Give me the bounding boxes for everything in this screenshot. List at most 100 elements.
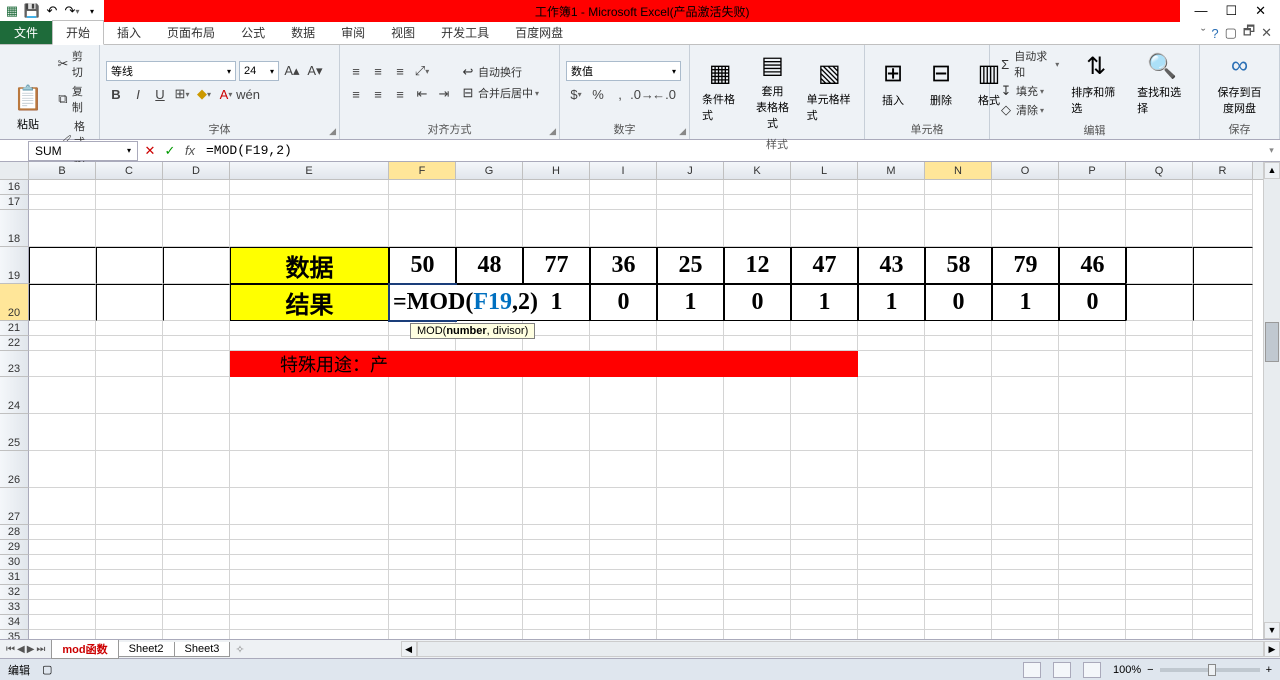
cell[interactable] [858, 630, 925, 639]
cell[interactable]: 36 [590, 247, 657, 284]
cell[interactable] [1193, 321, 1253, 336]
scroll-thumb[interactable] [1265, 322, 1279, 362]
row-header[interactable]: 19 [0, 247, 29, 284]
cell[interactable] [590, 351, 657, 377]
align-bottom-icon[interactable]: ≡ [390, 61, 410, 81]
cut-button[interactable]: ✂剪切 [54, 47, 93, 81]
cell[interactable] [791, 488, 858, 525]
cell[interactable] [992, 585, 1059, 600]
cell[interactable] [724, 615, 791, 630]
cell[interactable]: 0 [724, 284, 791, 321]
cell[interactable] [96, 525, 163, 540]
cell[interactable] [791, 321, 858, 336]
cell[interactable] [523, 488, 590, 525]
column-header[interactable]: G [456, 162, 523, 179]
row-header[interactable]: 23 [0, 351, 29, 377]
cell[interactable] [1059, 600, 1126, 615]
cell[interactable] [992, 336, 1059, 351]
cell[interactable] [389, 540, 456, 555]
cell[interactable] [791, 351, 858, 377]
cell[interactable] [657, 600, 724, 615]
cell[interactable] [163, 195, 230, 210]
cell[interactable] [724, 336, 791, 351]
cell[interactable] [456, 414, 523, 451]
cell[interactable] [657, 540, 724, 555]
qat-customize-icon[interactable]: ▾ [84, 3, 100, 19]
cell[interactable] [1193, 600, 1253, 615]
cell[interactable] [163, 284, 230, 321]
cell[interactable] [1059, 451, 1126, 488]
cell[interactable] [590, 321, 657, 336]
cell[interactable] [163, 451, 230, 488]
row-header[interactable]: 29 [0, 540, 29, 555]
cell[interactable] [657, 210, 724, 247]
zoom-out-icon[interactable]: − [1147, 664, 1153, 676]
tab-formulas[interactable]: 公式 [228, 21, 278, 44]
cell[interactable] [456, 570, 523, 585]
cell[interactable] [992, 488, 1059, 525]
cell[interactable] [992, 180, 1059, 195]
cell[interactable] [724, 525, 791, 540]
column-header[interactable]: C [96, 162, 163, 179]
wrap-text-button[interactable]: ↩自动换行 [458, 63, 541, 81]
cell[interactable] [456, 630, 523, 639]
cell[interactable] [456, 555, 523, 570]
cell[interactable] [657, 451, 724, 488]
zoom-level[interactable]: 100% [1113, 664, 1141, 676]
cell[interactable] [791, 210, 858, 247]
cell[interactable] [925, 351, 992, 377]
cell[interactable] [389, 630, 456, 639]
cell[interactable] [657, 570, 724, 585]
cell[interactable] [858, 488, 925, 525]
cell[interactable] [590, 195, 657, 210]
cancel-formula-icon[interactable]: ✕ [140, 143, 160, 159]
cell[interactable] [523, 451, 590, 488]
cell[interactable] [29, 321, 96, 336]
cell[interactable] [163, 488, 230, 525]
row-header[interactable]: 34 [0, 615, 29, 630]
cell[interactable]: 79 [992, 247, 1059, 284]
spreadsheet-grid[interactable]: BCDEFGHIJKLMNOPQR 16171819数据504877362512… [0, 162, 1280, 639]
cell[interactable] [1193, 336, 1253, 351]
cell[interactable] [724, 195, 791, 210]
cell[interactable] [1193, 414, 1253, 451]
cell[interactable] [1059, 180, 1126, 195]
cell[interactable] [523, 180, 590, 195]
cell[interactable] [230, 525, 389, 540]
cell[interactable] [925, 525, 992, 540]
cell[interactable] [523, 351, 590, 377]
cell[interactable] [389, 210, 456, 247]
cell[interactable] [992, 525, 1059, 540]
cell[interactable] [523, 630, 590, 639]
column-header[interactable]: F [389, 162, 456, 179]
cell[interactable] [96, 284, 163, 321]
cell[interactable] [1126, 284, 1193, 321]
cell[interactable] [657, 321, 724, 336]
cell[interactable] [925, 600, 992, 615]
cell[interactable] [657, 555, 724, 570]
cell[interactable] [858, 210, 925, 247]
cell[interactable] [96, 321, 163, 336]
cell[interactable]: 47 [791, 247, 858, 284]
cell[interactable] [29, 488, 96, 525]
cell[interactable]: 特殊用途：产生重复性的数字序列1，2，3，1，2，3 [230, 351, 389, 377]
cell[interactable] [791, 615, 858, 630]
cell[interactable] [1059, 336, 1126, 351]
cell[interactable] [456, 540, 523, 555]
cell[interactable] [1126, 615, 1193, 630]
cell[interactable]: 0 [1059, 284, 1126, 321]
cell[interactable] [1059, 414, 1126, 451]
scroll-left-icon[interactable]: ◀ [401, 641, 417, 657]
row-header[interactable]: 18 [0, 210, 29, 247]
cell[interactable] [590, 336, 657, 351]
cell[interactable] [163, 630, 230, 639]
clear-button[interactable]: ◇清除 [996, 101, 1061, 119]
cell[interactable] [389, 615, 456, 630]
cell[interactable] [791, 195, 858, 210]
cell[interactable] [29, 195, 96, 210]
cell[interactable] [230, 414, 389, 451]
cell[interactable]: 结果 [230, 284, 389, 321]
cell[interactable] [858, 615, 925, 630]
cell[interactable] [163, 321, 230, 336]
row-header[interactable]: 24 [0, 377, 29, 414]
